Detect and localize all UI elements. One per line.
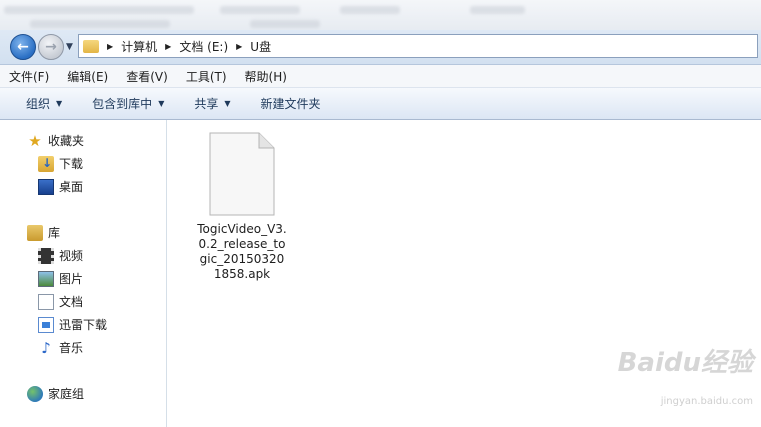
background-window-strip [0, 0, 761, 32]
new-folder-button[interactable]: 新建文件夹 [261, 95, 321, 112]
watermark-logo: Baidu经验 [617, 348, 753, 378]
file-item[interactable]: TogicVideo_V3.0.2_release_togic_20150320… [187, 132, 297, 282]
homegroup-icon [27, 385, 43, 402]
video-icon [38, 247, 54, 264]
watermark-url: jingyan.baidu.com [660, 396, 753, 407]
xunlei-download-icon [38, 316, 54, 333]
star-icon: ★ [28, 131, 42, 150]
breadcrumb-u-disk[interactable]: U盘 [250, 38, 271, 55]
nav-videos-label: 视频 [59, 249, 84, 263]
back-button[interactable]: ← [10, 34, 36, 60]
address-row: ← → ▼ ▶ 计算机 ▶ 文档 (E:) ▶ U盘 [0, 30, 761, 65]
breadcrumb-drive-e[interactable]: 文档 (E:) [179, 38, 228, 55]
chevron-down-icon: ▼ [158, 99, 165, 108]
nav-desktop-label: 桌面 [59, 180, 84, 194]
include-library-label: 包含到库中 [92, 97, 153, 111]
menu-bar: 文件(F) 编辑(E) 查看(V) 工具(T) 帮助(H) [0, 65, 761, 88]
nav-homegroup-label: 家庭组 [48, 387, 85, 401]
forward-button[interactable]: → [38, 34, 64, 60]
organize-button[interactable]: 组织 ▼ [26, 95, 62, 112]
nav-downloads[interactable]: 下载 [38, 155, 83, 172]
nav-documents-label: 文档 [59, 295, 84, 309]
recent-pages-dropdown-icon[interactable]: ▼ [66, 42, 73, 52]
nav-pictures-label: 图片 [59, 272, 84, 286]
share-button[interactable]: 共享 ▼ [194, 95, 230, 112]
menu-view[interactable]: 查看(V) [117, 68, 177, 85]
file-name: TogicVideo_V3.0.2_release_togic_20150320… [197, 222, 287, 281]
nav-videos[interactable]: 视频 [38, 247, 83, 264]
nav-pictures[interactable]: 图片 [38, 270, 83, 287]
menu-help[interactable]: 帮助(H) [236, 68, 296, 85]
nav-downloads-label: 下载 [59, 157, 84, 171]
desktop-icon [38, 178, 54, 195]
file-list: TogicVideo_V3.0.2_release_togic_20150320… [167, 120, 761, 427]
picture-icon [38, 270, 54, 287]
arrow-right-icon: → [45, 39, 57, 55]
menu-tools[interactable]: 工具(T) [177, 68, 236, 85]
nav-libraries[interactable]: 库 [27, 224, 60, 241]
nav-music[interactable]: ♪ 音乐 [38, 339, 83, 356]
generic-file-icon [209, 132, 275, 216]
document-icon [38, 293, 54, 310]
chevron-down-icon: ▼ [224, 99, 231, 108]
command-bar: 组织 ▼ 包含到库中 ▼ 共享 ▼ 新建文件夹 [0, 88, 761, 120]
breadcrumb-computer[interactable]: 计算机 [121, 38, 157, 55]
share-label: 共享 [194, 97, 219, 111]
nav-xunlei-label: 迅雷下载 [59, 318, 108, 332]
nav-favorites[interactable]: ★ 收藏夹 [27, 132, 84, 149]
address-bar[interactable]: ▶ 计算机 ▶ 文档 (E:) ▶ U盘 [78, 34, 758, 58]
nav-libraries-label: 库 [48, 226, 61, 240]
nav-homegroup[interactable]: 家庭组 [27, 385, 84, 402]
arrow-left-icon: ← [17, 39, 29, 55]
include-in-library-button[interactable]: 包含到库中 ▼ [92, 95, 164, 112]
library-icon [27, 224, 43, 241]
breadcrumb-separator-icon[interactable]: ▶ [236, 42, 242, 51]
nav-music-label: 音乐 [59, 341, 84, 355]
breadcrumb-separator-icon[interactable]: ▶ [165, 42, 171, 51]
nav-desktop[interactable]: 桌面 [38, 178, 83, 195]
new-folder-label: 新建文件夹 [260, 97, 321, 111]
nav-xunlei-downloads[interactable]: 迅雷下载 [38, 316, 107, 333]
chevron-down-icon: ▼ [56, 99, 63, 108]
organize-label: 组织 [26, 97, 51, 111]
download-folder-icon [38, 155, 54, 172]
menu-file[interactable]: 文件(F) [0, 68, 58, 85]
breadcrumb: ▶ 计算机 ▶ 文档 (E:) ▶ U盘 [99, 38, 271, 55]
nav-favorites-label: 收藏夹 [48, 134, 85, 148]
nav-documents[interactable]: 文档 [38, 293, 83, 310]
menu-edit[interactable]: 编辑(E) [58, 68, 117, 85]
breadcrumb-separator-icon[interactable]: ▶ [107, 42, 113, 51]
music-note-icon: ♪ [41, 338, 51, 357]
navigation-pane: ★ 收藏夹 下载 桌面 库 视频 图片 文档 迅雷下载 ♪ 音乐 家庭组 [0, 120, 167, 427]
folder-icon [83, 39, 99, 53]
